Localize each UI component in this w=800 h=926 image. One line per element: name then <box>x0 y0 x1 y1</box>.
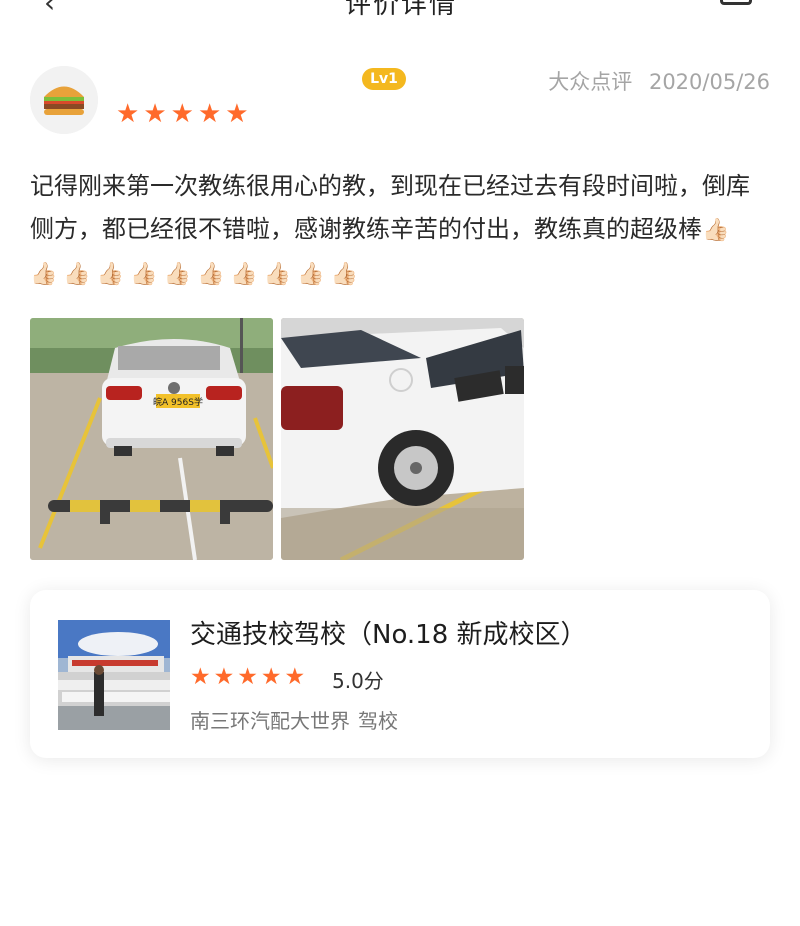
review-date: 2020/05/26 <box>648 70 770 94</box>
star-icon: ★ <box>237 664 258 690</box>
top-nav-bar: ‹ 评价详情 <box>0 0 800 40</box>
shop-name[interactable]: 交通技校驾校（No.18 新成校区） <box>190 614 587 651</box>
star-icon: ★ <box>284 664 306 690</box>
svg-text:皖A 956S学: 皖A 956S学 <box>153 396 203 408</box>
user-level-badge: Lv1 <box>362 68 406 90</box>
burger-avatar-icon <box>30 66 98 134</box>
shop-score: 5.0分 <box>332 669 384 693</box>
star-icon: ★ <box>116 99 140 129</box>
star-icon: ★ <box>143 99 167 129</box>
star-icon: ★ <box>225 99 249 129</box>
star-icon: ★ <box>213 664 235 690</box>
review-text: 记得刚来第一次教练很用心的教，到现在已经过去有段时间啦，倒库侧方，都已经很不错啦… <box>30 172 750 243</box>
page-title: 评价详情 <box>345 0 458 20</box>
back-arrow-icon[interactable]: ‹ <box>44 0 55 19</box>
star-icon: ★ <box>260 664 282 690</box>
review-text-block: 记得刚来第一次教练很用心的教，到现在已经过去有段时间啦，倒库侧方，都已经很不错啦… <box>30 165 760 296</box>
shop-card[interactable]: 交通技校驾校（No.18 新成校区） ★ ★ ★ ★ ★ 5.0分 南三环汽配大… <box>30 590 770 758</box>
more-icon[interactable] <box>720 0 752 5</box>
review-meta: 大众点评 2020/05/26 <box>538 66 770 96</box>
shop-tags: 南三环汽配大世界 驾校 <box>190 705 406 734</box>
star-icon: ★ <box>190 664 211 690</box>
user-avatar[interactable] <box>30 66 98 134</box>
review-source: 大众点评 <box>548 70 633 94</box>
star-icon: ★ <box>170 99 194 129</box>
shop-area: 南三环汽配大世界 <box>190 709 350 733</box>
shop-rating-stars: ★ ★ ★ ★ ★ <box>190 664 305 690</box>
shop-photo <box>58 620 170 730</box>
review-photo-car-side[interactable] <box>281 318 524 560</box>
star-icon: ★ <box>197 99 222 129</box>
shop-category: 驾校 <box>358 709 398 733</box>
review-rating-stars: ★ ★ ★ ★ ★ <box>116 100 249 128</box>
review-photo-car-rear[interactable]: 皖A 956S学 <box>30 318 273 560</box>
